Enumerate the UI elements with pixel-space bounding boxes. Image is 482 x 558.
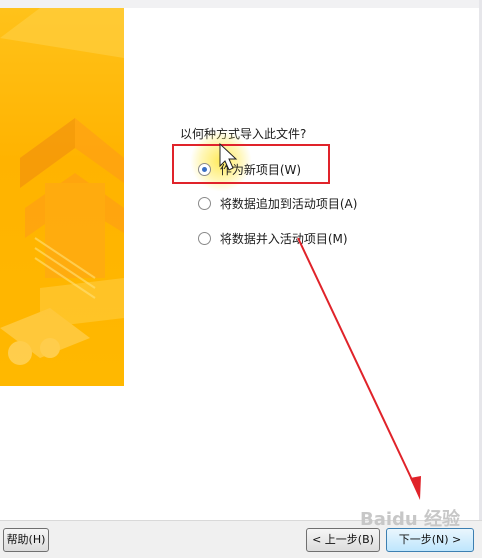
window-top-border [0, 0, 482, 8]
option-label: 将数据追加到活动项目(A) [219, 197, 358, 211]
annotation-highlight-box [172, 144, 330, 184]
banner-graphic [0, 8, 124, 365]
wizard-side-banner [0, 8, 124, 386]
red-arrow-icon [297, 237, 421, 500]
help-button[interactable]: 帮助(H) [3, 528, 49, 552]
radio-icon[interactable] [198, 232, 211, 245]
option-label: 将数据并入活动项目(M) [219, 232, 348, 246]
back-button[interactable]: < 上一步(B) [306, 528, 380, 552]
radio-icon[interactable] [198, 197, 211, 210]
next-button[interactable]: 下一步(N) > [386, 528, 474, 552]
option-merge-into-active-project[interactable]: 将数据并入活动项目(M) [198, 230, 348, 248]
option-append-to-active-project[interactable]: 将数据追加到活动项目(A) [198, 195, 357, 213]
baidu-watermark: Baidu 经验 [360, 509, 461, 530]
